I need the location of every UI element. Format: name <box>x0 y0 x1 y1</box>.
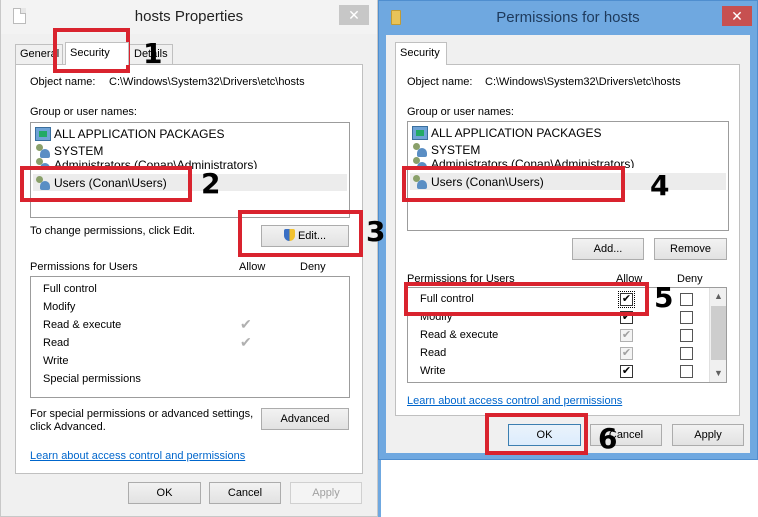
desktop-background <box>378 460 758 517</box>
users-icon <box>412 142 428 157</box>
permissions-label: Permissions for Users <box>30 261 138 273</box>
perm-read: Read <box>420 347 447 359</box>
group-name: ALL APPLICATION PACKAGES <box>54 126 225 141</box>
hosts-properties-window: hosts Properties ✕ General Security Deta… <box>0 0 378 517</box>
allow-check-read-execute: ✔ <box>240 316 252 332</box>
annotation-box-6 <box>485 413 588 455</box>
advanced-button[interactable]: Advanced <box>261 408 349 430</box>
deny-checkbox-read[interactable] <box>680 347 693 360</box>
group-name: ALL APPLICATION PACKAGES <box>431 125 602 140</box>
scroll-thumb[interactable] <box>711 306 726 360</box>
permissions-list: Full control Modify Read & execute ✔ Rea… <box>30 276 350 398</box>
advanced-hint-line1: For special permissions or advanced sett… <box>30 408 254 420</box>
annotation-step-6: 6 <box>598 422 618 455</box>
annotation-box-3 <box>238 210 363 257</box>
deny-checkbox-full-control[interactable] <box>680 293 693 306</box>
group-label: Group or user names: <box>407 106 514 118</box>
window-body: Security Object name: C:\Windows\System3… <box>386 35 750 453</box>
group-item-system[interactable]: SYSTEM <box>412 141 480 158</box>
perm-special: Special permissions <box>43 373 141 385</box>
add-button[interactable]: Add... <box>572 238 644 260</box>
perm-write: Write <box>43 355 69 367</box>
annotation-step-2: 2 <box>201 167 221 200</box>
deny-checkbox-write[interactable] <box>680 365 693 378</box>
perm-full-control: Full control <box>43 283 97 295</box>
allow-checkbox-read-execute[interactable]: ✔ <box>620 329 633 342</box>
cancel-button[interactable]: Cancel <box>209 482 281 504</box>
deny-checkbox-partial[interactable] <box>680 382 693 383</box>
group-item-all-app-packages[interactable]: ALL APPLICATION PACKAGES <box>412 124 602 141</box>
perm-modify: Modify <box>43 301 76 313</box>
group-item-all-app-packages[interactable]: ALL APPLICATION PACKAGES <box>35 125 225 142</box>
object-name-value: C:\Windows\System32\Drivers\etc\hosts <box>485 76 681 88</box>
perm-read-execute: Read & execute <box>420 329 499 341</box>
package-icon <box>35 126 51 141</box>
apply-button[interactable]: Apply <box>672 424 744 446</box>
change-permissions-hint: To change permissions, click Edit. <box>30 225 196 237</box>
group-name: SYSTEM <box>54 143 104 158</box>
learn-link[interactable]: Learn about access control and permissio… <box>407 395 622 407</box>
ok-button[interactable]: OK <box>128 482 201 504</box>
group-label: Group or user names: <box>30 106 137 118</box>
allow-checkbox-read[interactable]: ✔ <box>620 347 633 360</box>
perm-read: Read <box>43 337 70 349</box>
tab-strip: General Security Details <box>15 42 173 65</box>
object-name-label: Object name: <box>407 76 473 88</box>
annotation-box-5 <box>404 282 649 316</box>
scroll-down-icon[interactable]: ▼ <box>710 365 726 382</box>
annotation-step-3: 3 <box>366 215 386 248</box>
group-item-system[interactable]: SYSTEM <box>35 142 103 159</box>
apply-button[interactable]: Apply <box>290 482 362 504</box>
object-name-value: C:\Windows\System32\Drivers\etc\hosts <box>109 76 305 88</box>
security-panel: Object name: C:\Windows\System32\Drivers… <box>395 64 740 416</box>
tab-security[interactable]: Security <box>395 42 447 65</box>
title-bar: Permissions for hosts ✕ <box>379 1 757 35</box>
annotation-box-4 <box>402 166 625 202</box>
allow-check-read: ✔ <box>240 334 252 350</box>
remove-button[interactable]: Remove <box>654 238 727 260</box>
perm-write: Write <box>420 365 446 377</box>
tab-strip: Security <box>395 42 455 65</box>
annotation-box-2 <box>20 166 192 202</box>
object-name-label: Object name: <box>30 76 96 88</box>
perm-read-execute: Read & execute <box>43 319 122 331</box>
annotation-step-1: 1 <box>143 37 163 70</box>
tab-security[interactable]: Security <box>65 42 129 65</box>
allow-checkbox-partial[interactable] <box>620 382 633 383</box>
deny-checkbox-read-execute[interactable] <box>680 329 693 342</box>
window-title: Permissions for hosts <box>496 9 640 26</box>
annotation-step-5: 5 <box>654 281 674 314</box>
users-icon <box>35 143 51 158</box>
deny-header: Deny <box>300 261 326 273</box>
allow-header: Allow <box>239 261 266 273</box>
allow-checkbox-write[interactable]: ✔ <box>620 365 633 378</box>
window-title: hosts Properties <box>134 8 244 25</box>
security-panel: Object name: C:\Windows\System32\Drivers… <box>15 64 363 474</box>
package-icon <box>412 125 428 140</box>
advanced-hint-line2: click Advanced. <box>30 421 106 433</box>
close-button[interactable]: ✕ <box>722 6 752 26</box>
permissions-scrollbar[interactable]: ▲ ▼ <box>709 288 726 382</box>
annotation-step-4: 4 <box>650 169 670 202</box>
group-name: SYSTEM <box>431 142 481 157</box>
learn-link[interactable]: Learn about access control and permissio… <box>30 450 245 462</box>
scroll-up-icon[interactable]: ▲ <box>710 288 726 305</box>
deny-header: Deny <box>677 273 703 285</box>
permissions-window: Permissions for hosts ✕ Security Object … <box>378 0 758 460</box>
deny-checkbox-modify[interactable] <box>680 311 693 324</box>
close-button[interactable]: ✕ <box>339 5 369 25</box>
